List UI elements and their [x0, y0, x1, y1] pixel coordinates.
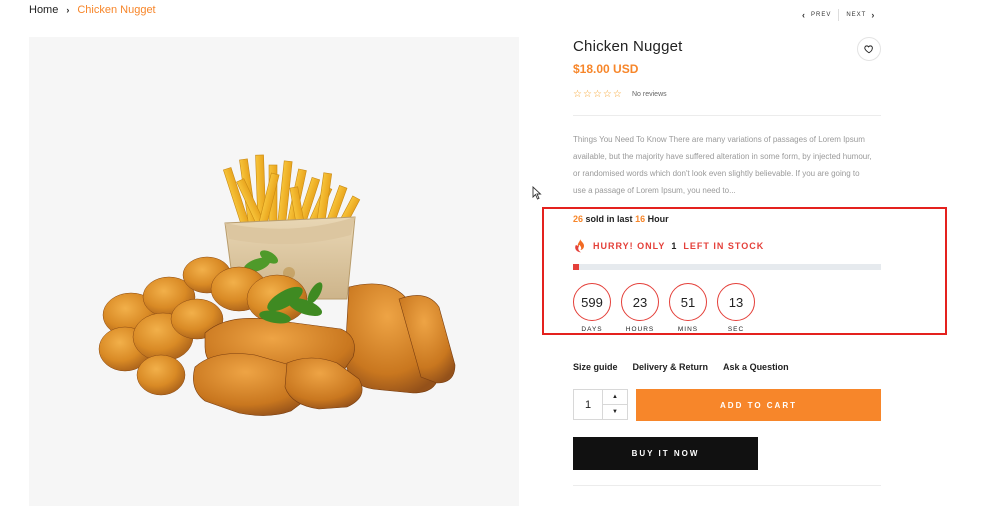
star-icon: ☆ — [573, 89, 582, 100]
countdown-secs-label: SEC — [727, 326, 745, 333]
hurry-suffix: LEFT IN STOCK — [683, 241, 765, 251]
countdown-hours-value: 23 — [621, 283, 659, 321]
size-guide-link[interactable]: Size guide — [573, 362, 618, 372]
product-pager: ‹ PREV NEXT › — [802, 9, 875, 21]
sold-text: sold in last — [585, 214, 633, 224]
heart-icon — [864, 45, 873, 54]
quantity-decrease-button[interactable]: ▼ — [603, 404, 627, 419]
hurry-prefix: HURRY! ONLY — [593, 241, 666, 251]
stock-progress-bar — [573, 264, 881, 270]
delivery-return-link[interactable]: Delivery & Return — [633, 362, 709, 372]
buy-now-button[interactable]: BUY IT NOW — [573, 437, 758, 470]
countdown-days-label: DAYS — [581, 326, 603, 333]
quantity-stepper: 1 ▲ ▼ — [573, 389, 628, 420]
prev-product-link[interactable]: ‹ PREV — [802, 10, 831, 20]
countdown-mins: 51 MINS — [669, 283, 707, 333]
sold-count: 26 — [573, 214, 584, 224]
next-product-link[interactable]: NEXT › — [846, 10, 875, 20]
countdown-mins-label: MINS — [677, 326, 699, 333]
star-icon: ☆ — [592, 89, 602, 100]
countdown-days: 599 DAYS — [573, 283, 611, 333]
breadcrumb: Home › Chicken Nugget — [29, 4, 156, 16]
quantity-steps: ▲ ▼ — [602, 390, 627, 419]
stock-left-count: 1 — [671, 241, 678, 251]
quantity-input[interactable]: 1 — [574, 390, 602, 419]
countdown-hours-label: HOURS — [625, 326, 655, 333]
chevron-right-icon: › — [871, 10, 876, 20]
star-icon: ☆ — [612, 89, 622, 100]
countdown-days-value: 599 — [573, 283, 611, 321]
fire-icon — [575, 238, 584, 253]
chevron-right-icon: › — [66, 5, 70, 15]
stock-progress-fill — [573, 264, 580, 270]
product-links: Size guide Delivery & Return Ask a Quest… — [573, 362, 789, 372]
divider — [573, 115, 881, 116]
quantity-increase-button[interactable]: ▲ — [603, 390, 627, 404]
sold-hours-label: Hour — [647, 214, 669, 224]
breadcrumb-current: Chicken Nugget — [77, 4, 156, 16]
add-to-cart-button[interactable]: ADD TO CART — [636, 389, 881, 421]
divider — [573, 485, 881, 486]
sold-hours: 16 — [635, 214, 646, 224]
mouse-cursor-icon — [532, 186, 542, 200]
stock-alert: HURRY! ONLY 1 LEFT IN STOCK — [573, 238, 764, 254]
next-label: NEXT — [846, 12, 867, 18]
star-icon: ☆ — [602, 89, 612, 100]
star-icon: ☆ — [582, 89, 592, 100]
countdown-mins-value: 51 — [669, 283, 707, 321]
product-price: $18.00 USD — [573, 62, 639, 76]
product-image[interactable] — [29, 37, 519, 506]
breadcrumb-home-link[interactable]: Home — [29, 4, 58, 16]
chicken-nugget-illustration — [98, 154, 456, 416]
product-title: Chicken Nugget — [573, 38, 683, 55]
countdown-timer: 599 DAYS 23 HOURS 51 MINS 13 SEC — [573, 283, 755, 333]
countdown-hours: 23 HOURS — [621, 283, 659, 333]
countdown-secs-value: 13 — [717, 283, 755, 321]
rating-stars[interactable]: ☆ ☆ ☆ ☆ ☆ — [573, 89, 622, 100]
sold-counter: 26 sold in last 16 Hour — [573, 214, 669, 224]
product-description: Things You Need To Know There are many v… — [573, 135, 872, 195]
ask-question-link[interactable]: Ask a Question — [723, 362, 789, 372]
prev-label: PREV — [811, 12, 832, 18]
chevron-left-icon: ‹ — [802, 10, 806, 20]
countdown-secs: 13 SEC — [717, 283, 755, 333]
review-count[interactable]: No reviews — [632, 91, 667, 98]
pager-divider — [838, 9, 840, 21]
wishlist-button[interactable] — [857, 37, 881, 61]
